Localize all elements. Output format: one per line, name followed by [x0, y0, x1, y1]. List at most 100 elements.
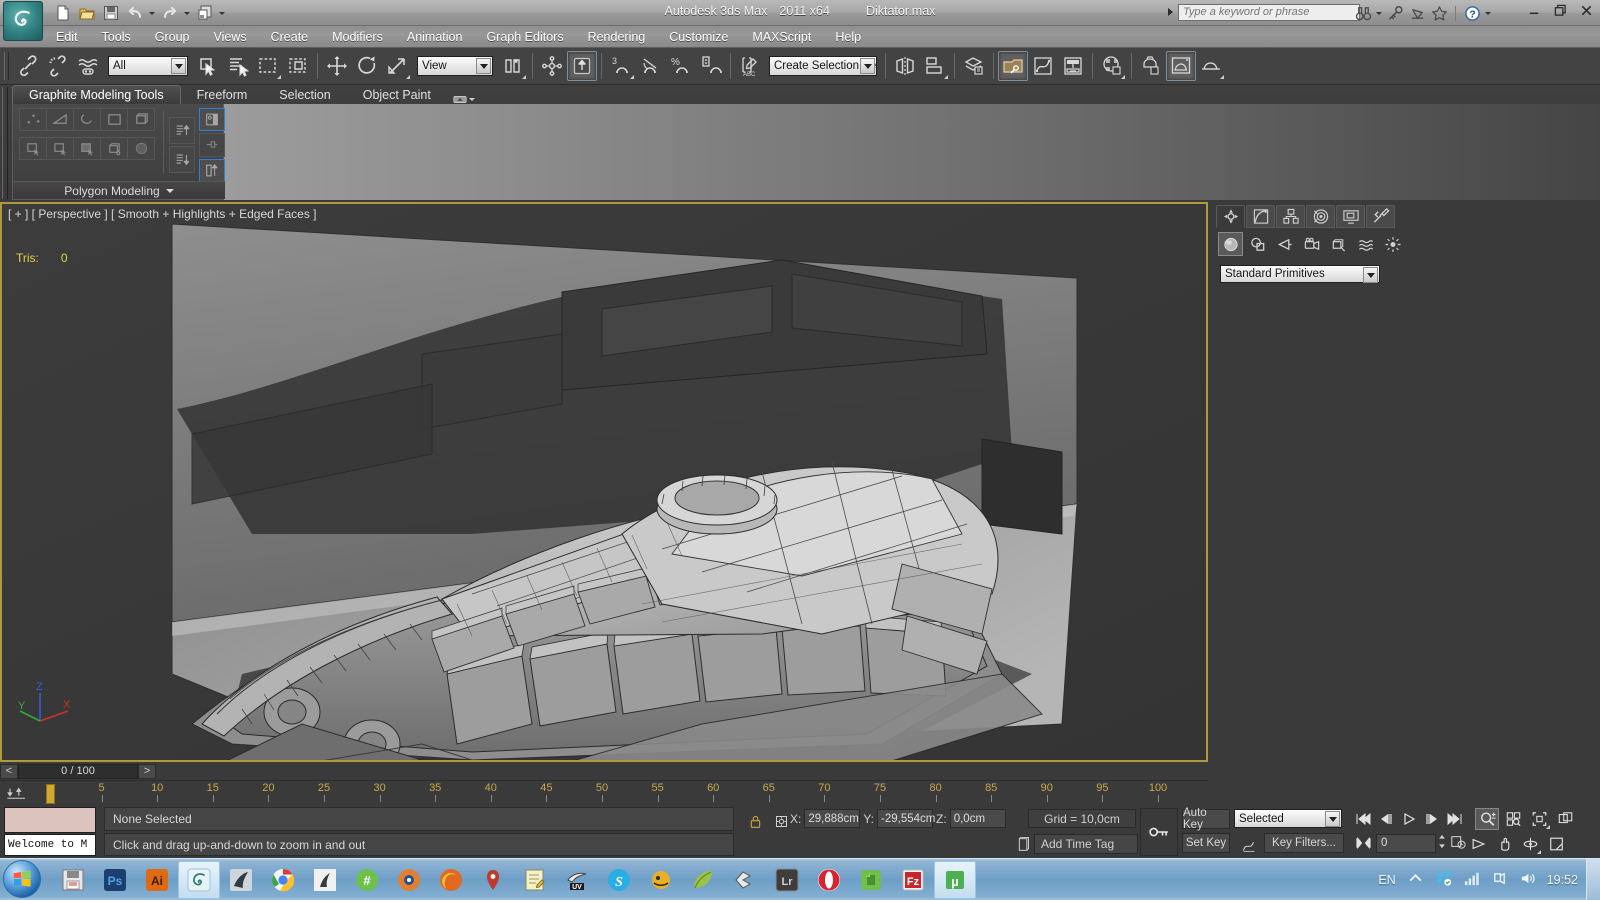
named-selection-sets-combo[interactable]: Create Selection Se: [769, 56, 877, 76]
previous-frame-button[interactable]: <: [0, 763, 18, 779]
add-time-tag-button[interactable]: Add Time Tag: [1034, 834, 1138, 854]
geometry-icon[interactable]: [1218, 232, 1243, 256]
z-coord-field[interactable]: 0,0cm: [949, 809, 1006, 828]
maxscript-mini-listener-input[interactable]: [4, 807, 96, 833]
tab-graphite-modeling-tools[interactable]: Graphite Modeling Tools: [12, 85, 181, 104]
go-to-end-icon[interactable]: [1444, 808, 1466, 829]
maximize-viewport-toggle-icon[interactable]: [1544, 833, 1568, 855]
menu-item-edit[interactable]: Edit: [44, 28, 90, 46]
perspective-viewport[interactable]: [ + ] [ Perspective ] [ Smooth + Highlig…: [0, 202, 1208, 762]
key-mode-toggle-icon[interactable]: [1140, 808, 1178, 856]
mirror-icon[interactable]: [890, 51, 920, 81]
curve-editor-icon[interactable]: [1028, 51, 1058, 81]
redo-dropdown-arrow-icon[interactable]: [183, 3, 191, 23]
align-icon[interactable]: [920, 51, 950, 81]
named-selection-sets-arrow-icon[interactable]: [860, 58, 875, 74]
next-frame-icon[interactable]: [1421, 808, 1443, 829]
motion-tab-icon[interactable]: [1306, 205, 1335, 228]
leaf-app-icon[interactable]: [682, 861, 724, 899]
object-category-dropdown[interactable]: Standard Primitives: [1220, 265, 1380, 283]
menu-item-views[interactable]: Views: [201, 28, 258, 46]
material-editor-icon[interactable]: [1097, 51, 1127, 81]
key-filter-set-arrow-icon[interactable]: [1325, 811, 1340, 827]
key-icon[interactable]: [1385, 4, 1405, 23]
qat-customize-arrow-icon[interactable]: [218, 3, 226, 23]
y-coord-field[interactable]: -29,554cm: [877, 809, 935, 828]
viewport-label[interactable]: [ + ] [ Perspective ] [ Smooth + Highlig…: [8, 207, 317, 221]
save-file-icon[interactable]: [100, 3, 121, 24]
network-icon[interactable]: [1463, 870, 1480, 890]
minimize-icon[interactable]: [1526, 2, 1542, 18]
help-dropdown-arrow-icon[interactable]: [1484, 3, 1492, 23]
pin-app-icon[interactable]: [472, 861, 514, 899]
render-setup-icon[interactable]: [1136, 51, 1166, 81]
application-menu-button[interactable]: [3, 1, 43, 41]
viewport-3d-scene[interactable]: [2, 204, 1206, 760]
lock-selection-icon[interactable]: [744, 809, 766, 833]
angle-snap-toggle-icon[interactable]: 3: [606, 51, 636, 81]
field-of-view-icon[interactable]: [1466, 833, 1490, 855]
render-production-icon[interactable]: [1196, 51, 1226, 81]
firefox-icon[interactable]: [430, 861, 472, 899]
show-end-result-icon[interactable]: [199, 108, 225, 132]
utorrent-icon[interactable]: µ: [934, 861, 976, 899]
flyout-arrow-icon[interactable]: [1542, 825, 1550, 829]
edit-named-selection-sets-icon[interactable]: ABC: [735, 51, 765, 81]
create-tab-icon[interactable]: [1216, 205, 1245, 228]
menu-item-help[interactable]: Help: [823, 28, 873, 46]
menu-item-customize[interactable]: Customize: [657, 28, 740, 46]
show-hidden-icons-icon[interactable]: [1407, 870, 1424, 890]
ribbon-minimize-button[interactable]: [447, 94, 481, 104]
eye-app-icon[interactable]: [388, 861, 430, 899]
timeline-ruler[interactable]: 5 10 15 20 25 30 35 40 45 50 55 60 65 70 75 80 85 90 95 100: [36, 781, 1167, 807]
opera-icon[interactable]: [808, 861, 850, 899]
rendered-frame-window-icon[interactable]: [1166, 51, 1196, 81]
menu-item-tools[interactable]: Tools: [90, 28, 143, 46]
search-input[interactable]: [1178, 3, 1360, 21]
open-file-icon[interactable]: [76, 3, 97, 24]
current-frame-spinner[interactable]: 0: [1376, 833, 1436, 853]
make-planar-icon[interactable]: [73, 137, 101, 160]
satellite-dish-icon[interactable]: [1407, 4, 1427, 23]
space-warps-icon[interactable]: [1353, 232, 1378, 256]
select-by-name-icon[interactable]: [223, 51, 253, 81]
close-icon[interactable]: [1578, 2, 1594, 18]
polygon-modeling-panel-title[interactable]: Polygon Modeling: [13, 181, 225, 199]
vertex-icon[interactable]: [19, 108, 47, 131]
filezilla-icon[interactable]: Fz: [892, 861, 934, 899]
rectangular-selection-region-icon[interactable]: [253, 51, 283, 81]
help-icon[interactable]: ?: [1462, 4, 1482, 23]
polygon-icon[interactable]: [100, 108, 128, 131]
zoom-all-icon[interactable]: [1501, 808, 1525, 830]
toolbar-grip[interactable]: [4, 52, 9, 80]
show-desktop-button[interactable]: [1586, 859, 1600, 900]
menu-item-group[interactable]: Group: [143, 28, 202, 46]
photoshop-icon[interactable]: Ps: [94, 861, 136, 899]
menu-item-modifiers[interactable]: Modifiers: [320, 28, 395, 46]
pan-view-icon[interactable]: [1492, 833, 1516, 855]
ribbon-grip[interactable]: [2, 87, 8, 199]
illustrator-icon[interactable]: Ai: [136, 861, 178, 899]
bee-app-icon[interactable]: [640, 861, 682, 899]
menu-item-rendering[interactable]: Rendering: [576, 28, 658, 46]
redo-icon[interactable]: [159, 3, 180, 24]
3dsmax-icon[interactable]: [178, 861, 220, 899]
reference-coordinate-system-combo[interactable]: View: [417, 56, 493, 76]
ribbon-state-arrow-icon[interactable]: [468, 97, 475, 101]
angle-snap-icon[interactable]: [636, 51, 666, 81]
select-and-rotate-icon[interactable]: [352, 51, 382, 81]
orbit-icon[interactable]: [1518, 833, 1542, 855]
select-and-scale-icon[interactable]: [382, 51, 412, 81]
zbrush-icon[interactable]: [220, 861, 262, 899]
restore-icon[interactable]: [1552, 2, 1568, 18]
key-mode-navigation-icon[interactable]: [1352, 833, 1374, 853]
helpers-icon[interactable]: [1326, 232, 1351, 256]
new-file-icon[interactable]: [52, 3, 73, 24]
selection-filter-combo[interactable]: All: [108, 56, 188, 76]
lightroom-icon[interactable]: Lr: [766, 861, 808, 899]
snaps-toggle-icon[interactable]: [567, 51, 597, 81]
spinner-snap-toggle-icon[interactable]: [696, 51, 726, 81]
use-pivot-point-center-icon[interactable]: [498, 51, 528, 81]
uvlayout-icon[interactable]: UV: [556, 861, 598, 899]
search-expand-arrow-icon[interactable]: [1165, 3, 1175, 21]
